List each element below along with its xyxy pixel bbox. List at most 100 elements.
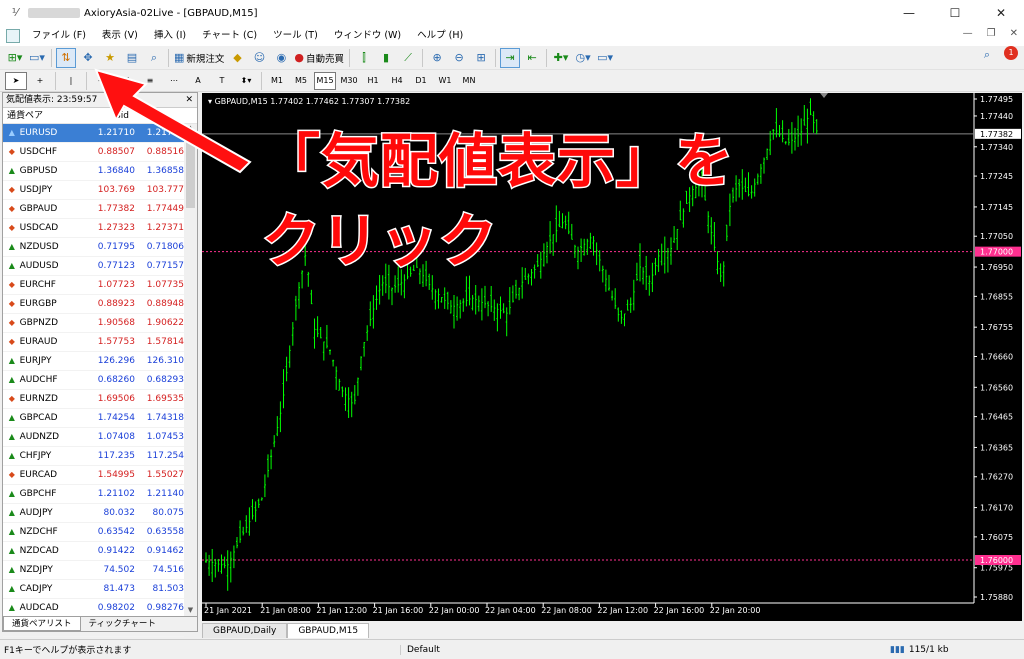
menu-window[interactable]: ウィンドウ (W) [326,26,409,46]
list-item[interactable]: ▲ NZDUSD 0.71795 0.71806 [3,238,184,257]
minimize-icon[interactable]: — [886,0,932,26]
tab-tick-chart[interactable]: ティックチャート [81,617,164,631]
menu-tools[interactable]: ツール (T) [265,26,326,46]
terminal-icon[interactable]: ▤ [122,48,142,68]
symbol-name: EURCAD [19,470,58,480]
mdi-restore-icon[interactable]: ❐ [987,28,996,39]
tab-gbpaud-m15[interactable]: GBPAUD,M15 [287,623,370,638]
list-item[interactable]: ▲ AUDJPY 80.032 80.075 [3,504,184,523]
menu-insert[interactable]: 挿入 (I) [146,26,194,46]
menu-file[interactable]: ファイル (F) [24,26,94,46]
tab-symbols[interactable]: 通貨ペアリスト [3,617,81,631]
strategy-tester-icon[interactable]: ⌕ [144,48,164,68]
list-item[interactable]: ◆ EURAUD 1.57753 1.57814 [3,333,184,352]
zoom-out-icon[interactable]: ⊖ [449,48,469,68]
tab-gbpaud-daily[interactable]: GBPAUD,Daily [202,623,288,638]
list-item[interactable]: ▲ NZDCAD 0.91422 0.91462 [3,542,184,561]
list-item[interactable]: ▲ NZDCHF 0.63542 0.63558 [3,523,184,542]
symbol-name: EURAUD [19,337,58,347]
ask-value: 0.77157 [146,261,184,271]
list-item[interactable]: ▲ EURJPY 126.296 126.310 [3,352,184,371]
price-label: 1.76560 [980,383,1013,392]
list-item[interactable]: ◆ EURNZD 1.69506 1.69535 [3,390,184,409]
search-icon[interactable]: ⌕ [984,48,990,62]
templates-icon[interactable]: ▭▾ [595,48,615,68]
arrow-up-icon: ▲ [8,356,15,365]
tf-d1[interactable]: D1 [410,72,432,90]
arrow-down-icon: ◆ [8,299,15,308]
mdi-close-icon[interactable]: ✕ [1010,28,1018,39]
bid-value: 1.57753 [97,337,135,347]
bid-value: 0.91422 [97,546,135,556]
menu-chart[interactable]: チャート (C) [194,26,265,46]
market-icon[interactable]: ◉ [271,48,291,68]
column-symbol[interactable]: 通貨ペア [3,108,89,123]
status-profile: Default [400,644,890,655]
price-label: 1.76365 [980,443,1013,452]
time-label: 22 Jan 00:00 [429,606,480,615]
cursor-icon[interactable]: ➤ [5,71,27,90]
list-item[interactable]: ▲ AUDNZD 1.07408 1.07453 [3,428,184,447]
list-item[interactable]: ▲ NZDJPY 74.502 74.516 [3,561,184,580]
market-watch-icon[interactable]: ⇅ [56,47,76,68]
list-item[interactable]: ◆ USDCAD 1.27323 1.27371 [3,219,184,238]
tf-m15[interactable]: M15 [314,71,336,90]
list-item[interactable]: ◆ EURCHF 1.07723 1.07735 [3,276,184,295]
bar-chart-icon[interactable]: ⫿ [354,48,374,68]
ask-value: 80.075 [152,508,185,518]
signals-icon[interactable]: ☺ [249,48,269,68]
profiles-icon[interactable]: ▭▾ [27,48,47,68]
arrow-down-icon: ◆ [8,223,15,232]
metaeditor-icon[interactable]: ◆ [227,48,247,68]
close-icon[interactable]: ✕ [978,0,1024,26]
tf-mn[interactable]: MN [458,72,480,90]
chart-window-icon[interactable] [6,29,20,43]
ask-value: 1.55027 [146,470,184,480]
market-watch-scrollbar[interactable]: ▲ ▼ [184,124,197,618]
tf-h1[interactable]: H1 [362,72,384,90]
list-item[interactable]: ▲ CADJPY 81.473 81.503 [3,580,184,599]
list-item[interactable]: ▲ AUDCHF 0.68260 0.68293 [3,371,184,390]
tf-h4[interactable]: H4 [386,72,408,90]
list-item[interactable]: ▲ AUDUSD 0.77123 0.77157 [3,257,184,276]
line-chart-icon[interactable]: ⟋ [398,48,418,68]
menu-help[interactable]: ヘルプ (H) [409,26,471,46]
vertical-line-icon[interactable]: | [60,72,82,90]
bid-value: 1.21102 [97,489,135,499]
tf-m5[interactable]: M5 [290,72,312,90]
auto-scroll-icon[interactable]: ⇥ [500,47,521,68]
list-item[interactable]: ◆ EURCAD 1.54995 1.55027 [3,466,184,485]
list-item[interactable]: ◆ USDJPY 103.769 103.777 [3,181,184,200]
toolbar-separator [168,48,169,67]
new-order-button[interactable]: ▦ 新規注文 [173,48,225,68]
chart-shift-icon[interactable]: ⇤ [522,48,542,68]
crosshair-icon[interactable]: + [29,72,51,90]
maximize-icon[interactable]: ☐ [932,0,978,26]
tf-m30[interactable]: M30 [338,72,360,90]
list-item[interactable]: ▲ GBPCAD 1.74254 1.74318 [3,409,184,428]
zoom-in-icon[interactable]: ⊕ [427,48,447,68]
price-label: 1.76075 [980,533,1013,542]
list-item[interactable]: ▲ CHFJPY 117.235 117.254 [3,447,184,466]
list-item[interactable]: ◆ EURGBP 0.88923 0.88948 [3,295,184,314]
candlestick-icon[interactable]: ▮ [376,48,396,68]
tf-w1[interactable]: W1 [434,72,456,90]
time-label: 22 Jan 20:00 [710,606,761,615]
list-item[interactable]: ▲ GBPCHF 1.21102 1.21140 [3,485,184,504]
bid-value: 1.54995 [97,470,135,480]
list-item[interactable]: ◆ GBPNZD 1.90568 1.90622 [3,314,184,333]
auto-trade-button[interactable]: ● 自動売買 [293,48,345,68]
periods-icon[interactable]: ◷▾ [573,48,593,68]
data-window-icon[interactable]: ✥ [78,48,98,68]
notification-badge-icon[interactable]: 1 [1004,46,1018,60]
time-label: 22 Jan 04:00 [485,606,536,615]
navigator-icon[interactable]: ★ [100,48,120,68]
new-chart-icon[interactable]: ⊞▾ [5,48,25,68]
mdi-minimize-icon[interactable]: — [963,28,973,39]
menu-view[interactable]: 表示 (V) [94,26,146,46]
tf-m1[interactable]: M1 [266,72,288,90]
indicators-icon[interactable]: ✚▾ [551,48,571,68]
list-item[interactable]: ◆ GBPAUD 1.77382 1.77449 [3,200,184,219]
bid-value: 1.90568 [97,318,135,328]
tile-windows-icon[interactable]: ⊞ [471,48,491,68]
